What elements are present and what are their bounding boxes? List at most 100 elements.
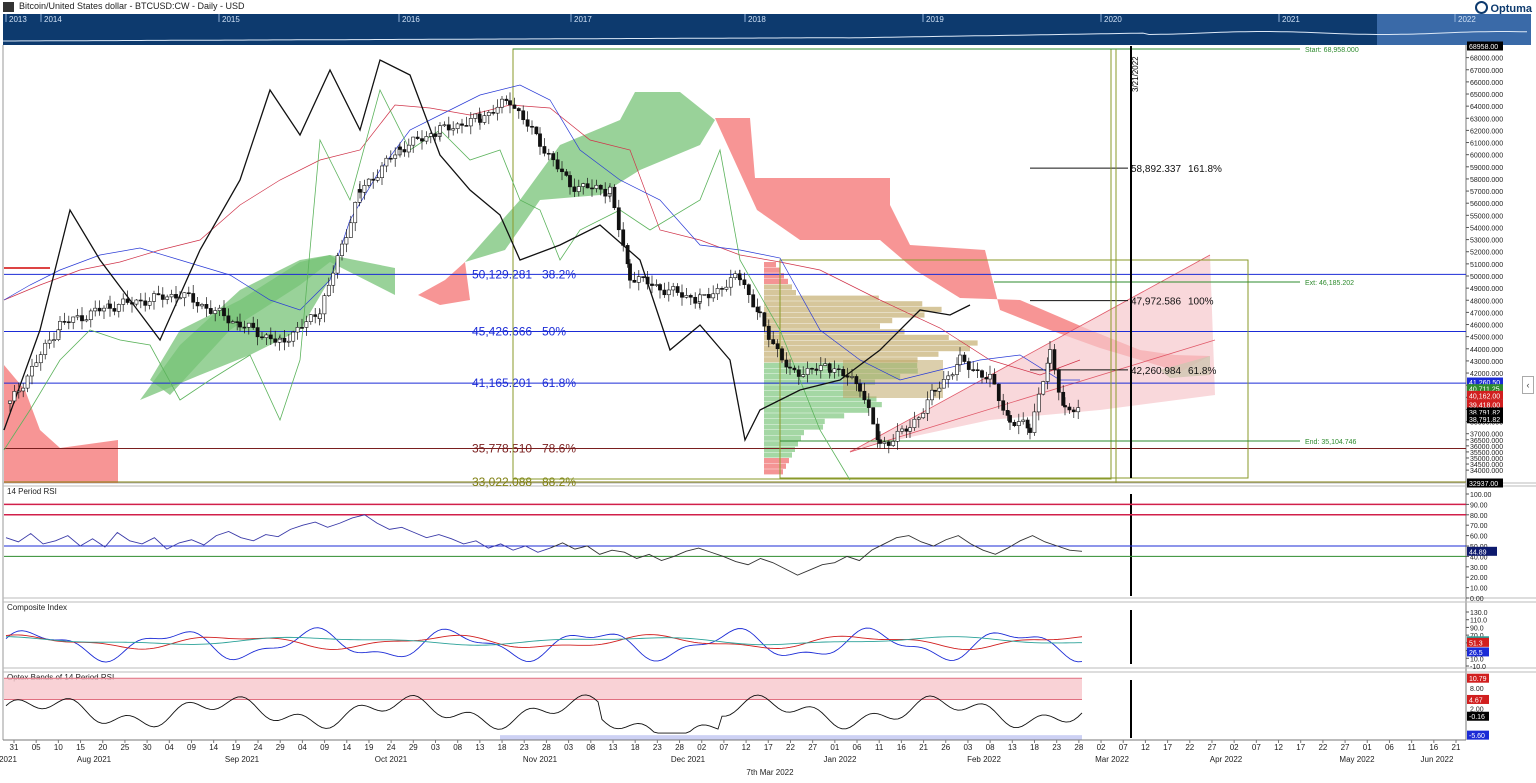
- price-axis-label: 39000.000: [1470, 407, 1503, 414]
- x-day-label: 06: [1385, 743, 1394, 752]
- candle-body: [66, 321, 71, 324]
- candle-body: [322, 295, 327, 315]
- candle-body: [937, 387, 942, 392]
- candle-body: [75, 315, 80, 318]
- candle-body: [112, 308, 117, 312]
- candle-body: [688, 295, 693, 298]
- candle-body: [538, 133, 542, 147]
- app-icon[interactable]: [3, 2, 14, 12]
- optuma-logo-icon: [1475, 1, 1489, 14]
- volume-profile-bar: [764, 301, 923, 307]
- kijun-line: [3, 104, 1081, 376]
- price-axis-label: 36500.000: [1470, 438, 1503, 445]
- price-axis-box: [1467, 390, 1503, 400]
- candle-body: [486, 112, 491, 116]
- candle-body: [491, 112, 496, 114]
- candle-body: [805, 367, 810, 375]
- candle-body: [438, 125, 442, 134]
- candle-body: [1041, 381, 1046, 395]
- candle-body: [380, 165, 384, 178]
- composite-axis-label: 30.0: [1470, 649, 1484, 656]
- candle-body: [208, 308, 213, 314]
- x-day-label: 21: [919, 743, 928, 752]
- x-day-label: 17: [764, 743, 773, 752]
- timeline-navigator[interactable]: 2013 2014 2015 2016 2017 2018 2019 2020 2021 2022: [3, 14, 1531, 45]
- candle-body: [1021, 419, 1026, 422]
- candle-body: [654, 284, 659, 286]
- candle-body: [641, 276, 646, 278]
- candle-body: [900, 428, 904, 432]
- price-axis-label: 68000.000: [1470, 56, 1503, 63]
- candle-body: [530, 125, 534, 128]
- candle-body: [16, 390, 21, 393]
- volume-profile-poc: [843, 360, 943, 398]
- candle-body: [80, 315, 84, 322]
- candle-body: [317, 316, 322, 319]
- fib-retracement-pct: 38.2%: [542, 267, 576, 281]
- candle-body: [326, 284, 331, 296]
- x-day-label: 13: [1008, 743, 1017, 752]
- x-day-label: 16: [897, 743, 906, 752]
- price-axis-label: 34000.000: [1470, 468, 1503, 475]
- candle-body: [268, 334, 273, 340]
- x-day-label: 02: [1230, 743, 1239, 752]
- candle-body: [62, 321, 67, 323]
- candle-body: [612, 186, 617, 209]
- navigator-year-label: 2016: [402, 15, 420, 24]
- price-axis-label: 52000.000: [1470, 250, 1503, 257]
- price-axis-label: 35000.000: [1470, 456, 1503, 463]
- candle-body: [282, 337, 287, 343]
- candle-body: [371, 178, 376, 181]
- x-day-label: 04: [165, 743, 174, 752]
- price-axis-label: 64000.000: [1470, 104, 1503, 111]
- collapse-panel-button[interactable]: ‹: [1522, 376, 1534, 394]
- price-axis-box: [1467, 478, 1503, 488]
- candle-body: [715, 288, 720, 295]
- x-day-label: 22: [1185, 743, 1194, 752]
- volume-profile-bar: [764, 407, 869, 413]
- candle-body: [304, 321, 309, 328]
- candle-body: [621, 229, 626, 246]
- candle-body: [598, 184, 603, 190]
- volume-profile-bar: [764, 329, 905, 335]
- volume-profile-bar: [764, 374, 901, 380]
- x-month-label: Jan 2022: [824, 755, 857, 764]
- candle-body: [58, 321, 62, 331]
- candle-body: [8, 400, 12, 404]
- candle-body: [411, 136, 416, 146]
- candle-body: [542, 146, 547, 154]
- candle-body: [508, 100, 512, 106]
- candle-body: [384, 157, 389, 167]
- navigator-svg[interactable]: 2013 2014 2015 2016 2017 2018 2019 2020 2021 2022: [3, 14, 1531, 45]
- volume-profile-bar: [764, 446, 795, 452]
- candle-body: [693, 296, 698, 304]
- candle-body: [278, 337, 282, 340]
- chart-canvas[interactable]: 50,129.281 38.2% 45,426.666 50% 41,165.201 61…: [0, 0, 1536, 783]
- candle-body: [116, 304, 121, 312]
- navigator-price-line: [3, 31, 1528, 42]
- candle-body: [251, 322, 256, 328]
- rsi-axis-label: 70.00: [1470, 523, 1488, 530]
- volume-profile-bar: [764, 418, 825, 424]
- x-month-label: Apr 2022: [1210, 755, 1243, 764]
- volume-profile-bar: [764, 362, 918, 368]
- x-day-label: 18: [1030, 743, 1039, 752]
- candle-body: [891, 441, 896, 446]
- ichimoku-cloud-green-4: [1160, 356, 1210, 378]
- x-day-label: 21: [1452, 743, 1461, 752]
- x-month-label: Jun 2022: [1421, 755, 1454, 764]
- ichimoku-cloud-red-2: [418, 262, 470, 305]
- price-axis-label: 48000.000: [1470, 298, 1503, 305]
- candle-body: [862, 390, 867, 401]
- rsi-axis-label: 90.00: [1470, 502, 1488, 509]
- price-axis-label: 40000.000: [1470, 395, 1503, 402]
- volume-profile-bar: [764, 368, 918, 374]
- candle-body: [388, 157, 393, 160]
- candle-body: [433, 133, 438, 137]
- candle-body: [971, 369, 976, 371]
- x-month-label: Sep 2021: [225, 755, 260, 764]
- price-axis-label: 50000.000: [1470, 274, 1503, 281]
- candle-body: [424, 136, 429, 142]
- volume-profile-bar: [764, 469, 783, 475]
- optex-upper-band: [4, 678, 1082, 700]
